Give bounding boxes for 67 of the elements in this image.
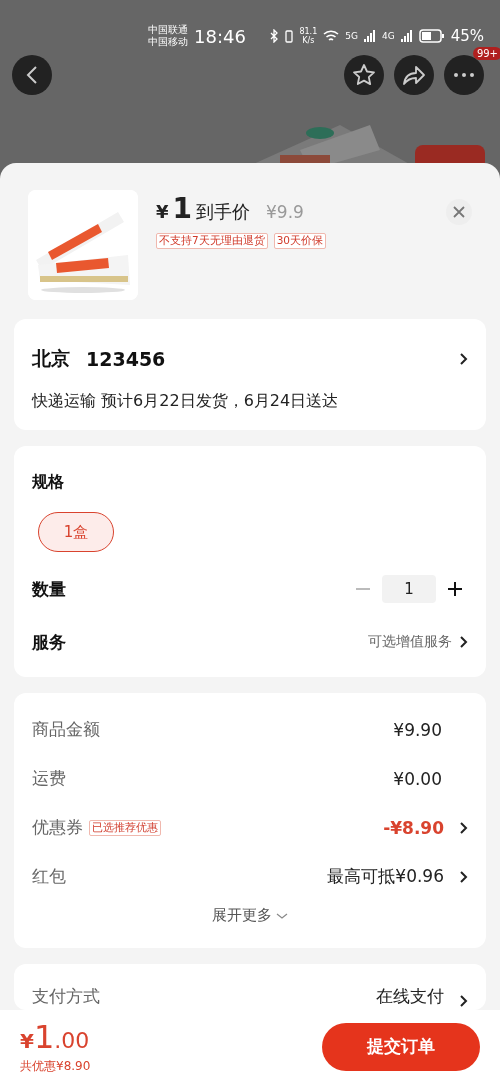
price-label: 红包 bbox=[32, 865, 66, 888]
minus-icon bbox=[356, 588, 370, 590]
price-label: 运费 bbox=[32, 767, 66, 790]
more-icon bbox=[454, 73, 474, 77]
total-decimal: .00 bbox=[54, 1028, 90, 1053]
network-speed: 81.1 bbox=[299, 27, 318, 36]
coupon-tag: 已选推荐优惠 bbox=[89, 819, 161, 836]
expand-more-button[interactable]: 展开更多 bbox=[206, 905, 294, 926]
plus-icon bbox=[448, 582, 462, 596]
carrier-name: 中国移动 bbox=[148, 36, 188, 48]
network-type: 5G bbox=[345, 31, 358, 41]
chevron-icon bbox=[458, 820, 468, 835]
spec-title: 规格 bbox=[32, 471, 64, 493]
quantity-field[interactable]: 1 bbox=[382, 575, 436, 603]
chevron-down-icon bbox=[276, 912, 288, 919]
network-type: 4G bbox=[381, 31, 395, 41]
chevron-icon bbox=[458, 994, 468, 1008]
price-value: ¥9.90 bbox=[393, 719, 442, 740]
payment-card[interactable]: 支付方式 在线支付 bbox=[14, 964, 486, 1010]
price-label: 到手价 bbox=[196, 200, 250, 224]
close-icon bbox=[453, 206, 465, 218]
service-tag: 30天价保 bbox=[273, 233, 327, 249]
chevron-icon bbox=[458, 869, 468, 884]
price-value: -¥8.90 bbox=[383, 817, 444, 838]
address-city: 北京 bbox=[32, 346, 70, 371]
quantity-label: 数量 bbox=[32, 577, 66, 601]
signal-icon bbox=[400, 30, 413, 42]
clock-time: 18:46 bbox=[194, 25, 246, 47]
price-label: 优惠券 bbox=[32, 816, 83, 839]
address-code: 123456 bbox=[86, 348, 166, 370]
star-icon bbox=[352, 63, 376, 87]
original-price: ¥9.9 bbox=[266, 202, 304, 222]
service-label: 服务 bbox=[32, 630, 66, 654]
price-value: 最高可抵¥0.96 bbox=[327, 865, 444, 888]
carrier-name: 中国联通 bbox=[148, 24, 188, 36]
submit-order-button[interactable]: 提交订单 bbox=[322, 1022, 480, 1071]
notification-badge: 99+ bbox=[472, 47, 500, 60]
spec-option[interactable]: 1盒 bbox=[38, 512, 114, 552]
service-option[interactable]: 可选增值服务 bbox=[368, 633, 452, 651]
battery-icon bbox=[418, 29, 445, 43]
payment-label: 支付方式 bbox=[32, 985, 100, 1008]
signal-icon bbox=[363, 30, 376, 42]
network-speed: K/s bbox=[302, 36, 315, 45]
battery-percent: 45% bbox=[450, 27, 484, 45]
currency-symbol: ¥ bbox=[156, 201, 169, 222]
delivery-estimate: 快递运输 预计6月22日发货，6月24日送达 bbox=[32, 391, 340, 412]
service-tag: 不支持7天无理由退货 bbox=[156, 233, 268, 249]
favorite-button[interactable] bbox=[344, 55, 384, 95]
back-icon bbox=[25, 65, 39, 85]
close-button[interactable] bbox=[446, 199, 472, 225]
share-button[interactable] bbox=[394, 55, 434, 95]
address-card[interactable]: 北京 123456 快递运输 预计6月22日发货，6月24日送达 bbox=[14, 319, 486, 430]
payment-method: 在线支付 bbox=[376, 985, 444, 1008]
total-currency: ¥ bbox=[20, 1029, 34, 1053]
vibrate-icon bbox=[285, 29, 294, 43]
total-saving: 共优惠¥8.90 bbox=[20, 1058, 91, 1075]
final-price: 1 bbox=[172, 192, 192, 225]
chevron-icon bbox=[458, 352, 468, 366]
back-button[interactable] bbox=[12, 55, 52, 95]
total-integer: 1 bbox=[33, 1018, 55, 1056]
price-label: 商品金额 bbox=[32, 718, 100, 741]
wifi-icon bbox=[323, 29, 340, 43]
price-value: ¥0.00 bbox=[393, 768, 442, 789]
bluetooth-icon bbox=[269, 29, 280, 43]
share-icon bbox=[402, 64, 426, 86]
chevron-icon bbox=[458, 635, 468, 649]
more-button[interactable] bbox=[444, 55, 484, 95]
